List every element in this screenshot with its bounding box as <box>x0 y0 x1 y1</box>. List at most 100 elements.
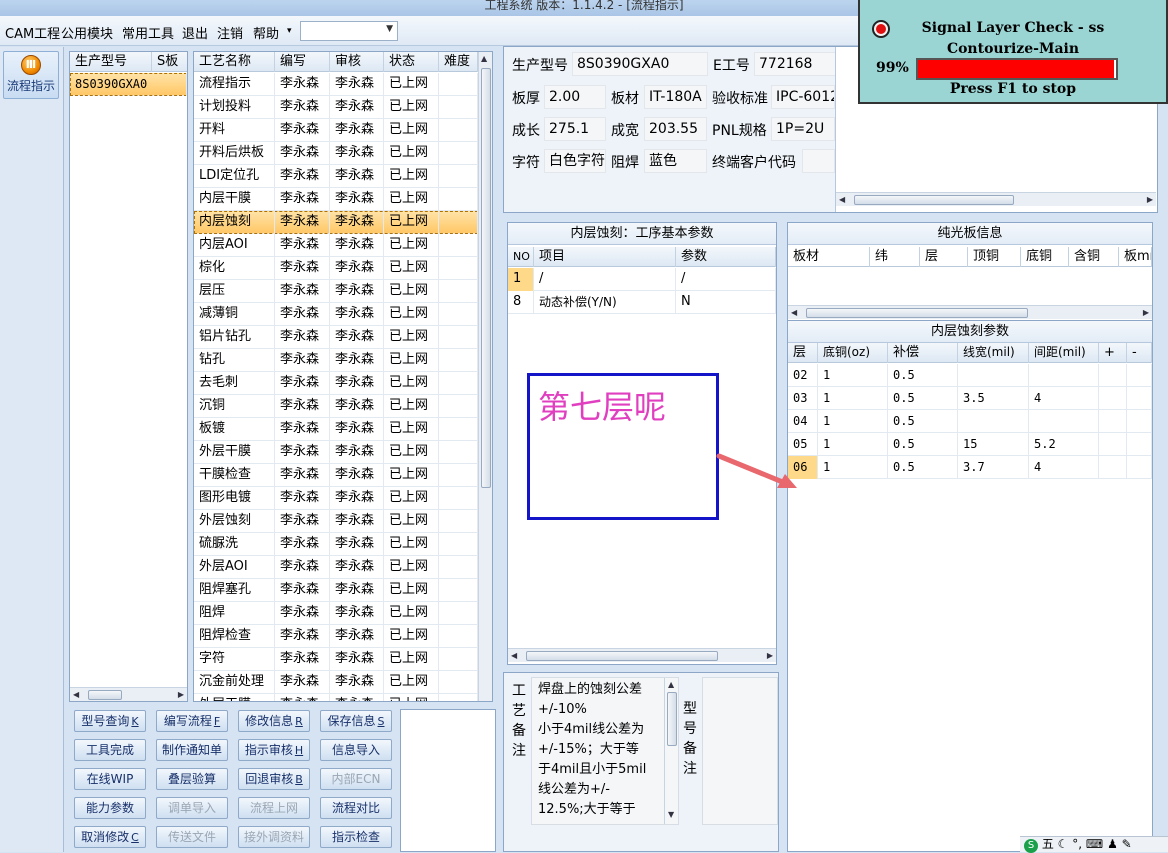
col-compensation[interactable]: 补偿 <box>888 343 958 363</box>
menu-help[interactable]: 帮助 <box>253 23 279 42</box>
moon-icon[interactable]: ☾ <box>1058 837 1069 851</box>
process-list-vscrollbar[interactable]: ▲ <box>478 52 492 701</box>
product-list-hscrollbar[interactable]: ◀ ▶ <box>70 687 187 701</box>
etch-row[interactable]: 04 1 0.5 <box>788 410 1152 433</box>
etch-row[interactable]: 05 1 0.5 15 5.2 <box>788 433 1152 456</box>
length-value[interactable]: 275.1 <box>544 117 606 141</box>
col-plus[interactable]: + <box>1099 343 1127 363</box>
process-row[interactable]: 干膜检查 李永森 李永森 已上网 <box>194 464 478 487</box>
col-base-copper[interactable]: 底铜(oz) <box>818 343 888 363</box>
col-minus[interactable]: - <box>1127 343 1152 363</box>
menu-tools[interactable]: 常用工具 <box>122 23 174 42</box>
menu-cam[interactable]: CAM工程 <box>5 23 60 42</box>
process-row[interactable]: 外层AOI 李永森 李永森 已上网 <box>194 556 478 579</box>
scroll-left-icon[interactable]: ◀ <box>73 690 79 699</box>
menu-common-module[interactable]: 公用模块 <box>61 23 113 42</box>
action-button[interactable]: 调单导入 <box>156 797 228 819</box>
col-board-mm[interactable]: 板mm <box>1119 247 1152 267</box>
char-value[interactable]: 白色字符 <box>544 149 606 173</box>
action-button[interactable]: 取消修改 C <box>74 826 146 848</box>
process-row[interactable]: 开料 李永森 李永森 已上网 <box>194 119 478 142</box>
action-button[interactable]: 回退审核 B <box>238 768 310 790</box>
remark-vscrollbar[interactable]: ▲ ▼ <box>664 678 678 824</box>
width-value[interactable]: 203.55 <box>644 117 707 141</box>
process-row[interactable]: 内层干膜 李永森 李永森 已上网 <box>194 188 478 211</box>
scroll-left-icon[interactable]: ◀ <box>839 195 845 204</box>
info-side-hscrollbar[interactable]: ◀ ▶ <box>836 192 1156 206</box>
col-product-no[interactable]: 生产型号 <box>70 52 152 72</box>
menu-exit[interactable]: 退出 <box>182 23 208 42</box>
process-row[interactable]: 去毛刺 李永森 李永森 已上网 <box>194 372 478 395</box>
param-row[interactable]: 8 动态补偿(Y/N) N <box>508 291 776 314</box>
process-row[interactable]: 计划投料 李永森 李永森 已上网 <box>194 96 478 119</box>
action-button[interactable]: 信息导入 <box>320 739 392 761</box>
scroll-right-icon[interactable]: ▶ <box>767 651 773 660</box>
process-row[interactable]: 流程指示 李永森 李永森 已上网 <box>194 73 478 96</box>
col-difficulty[interactable]: 难度 <box>439 52 478 72</box>
col-spacing[interactable]: 间距(mil) <box>1029 343 1099 363</box>
action-button[interactable]: 工具完成 <box>74 739 146 761</box>
action-button[interactable]: 内部ECN <box>320 768 392 790</box>
menu-help-arrow-icon[interactable]: ▾ <box>287 26 292 36</box>
action-button[interactable]: 能力参数 <box>74 797 146 819</box>
process-row[interactable]: 外层干膜李永森李永森已上网 <box>194 441 478 464</box>
menu-combo-box[interactable]: ▼ <box>300 21 398 41</box>
scroll-up-icon[interactable]: ▲ <box>668 680 674 689</box>
material-value[interactable]: IT-180A <box>644 85 707 109</box>
scroll-right-icon[interactable]: ▶ <box>1147 195 1153 204</box>
action-button[interactable]: 叠层验算 <box>156 768 228 790</box>
dot-icon[interactable]: °, <box>1072 837 1082 851</box>
standard-value[interactable]: IPC-6012 <box>771 85 835 109</box>
scroll-thumb[interactable] <box>854 195 1014 205</box>
col-etch-layer[interactable]: 层 <box>788 343 818 363</box>
process-row[interactable]: LDI定位孔 李永森 李永森 已上网 <box>194 165 478 188</box>
process-row[interactable]: 板镀 李永森 李永森 已上网 <box>194 418 478 441</box>
action-button[interactable]: 指示检查 <box>320 826 392 848</box>
basic-params-hscrollbar[interactable]: ◀ ▶ <box>508 648 776 662</box>
col-with-copper[interactable]: 含铜 <box>1069 247 1119 267</box>
action-button[interactable]: 修改信息 R <box>238 710 310 732</box>
process-row[interactable]: 阻焊 李永森 李永森 已上网 <box>194 602 478 625</box>
process-row[interactable]: 外层干膜李永森李永森已上网 <box>194 694 478 701</box>
process-row[interactable]: 铝片钻孔 李永森 李永森 已上网 <box>194 326 478 349</box>
scroll-thumb[interactable] <box>667 692 677 746</box>
action-button[interactable]: 制作通知单 <box>156 739 228 761</box>
scroll-left-icon[interactable]: ◀ <box>511 651 517 660</box>
process-row[interactable]: 阻焊塞孔 李永森 李永森 已上网 <box>194 579 478 602</box>
param-row[interactable]: 1 / / <box>508 268 776 291</box>
scroll-thumb[interactable] <box>806 308 1028 318</box>
etch-row[interactable]: 03 1 0.5 3.5 4 <box>788 387 1152 410</box>
action-button[interactable]: 传送文件 <box>156 826 228 848</box>
scroll-up-icon[interactable]: ▲ <box>481 54 487 63</box>
person-icon[interactable]: ♟ <box>1107 837 1118 851</box>
col-line-width[interactable]: 线宽(mil) <box>958 343 1029 363</box>
ime-mode[interactable]: 五 <box>1042 837 1054 851</box>
action-button[interactable]: 编写流程 F <box>156 710 228 732</box>
process-row[interactable]: 沉金前处理 李永森 李永森 已上网 <box>194 671 478 694</box>
col-weft[interactable]: 纬 <box>870 247 920 267</box>
process-row[interactable]: 开料后烘板 李永森 李永森 已上网 <box>194 142 478 165</box>
menu-logout[interactable]: 注销 <box>217 23 243 42</box>
col-top-copper[interactable]: 顶铜 <box>968 247 1021 267</box>
process-row[interactable]: 外层蚀刻 李永森 李永森 已上网 <box>194 510 478 533</box>
action-button[interactable]: 保存信息 S <box>320 710 392 732</box>
process-row[interactable]: 沉铜 李永森 李永森 已上网 <box>194 395 478 418</box>
process-row[interactable]: 内层蚀刻 李永森 李永森 已上网 <box>194 211 478 234</box>
col-s-board[interactable]: S板 <box>152 52 187 72</box>
e-no-value[interactable]: 772168 <box>754 52 842 76</box>
flow-instruction-button[interactable]: Ⅲ 流程指示 <box>3 51 59 99</box>
process-row[interactable]: 内层AOI 李永森 李永森 已上网 <box>194 234 478 257</box>
thickness-value[interactable]: 2.00 <box>544 85 606 109</box>
action-button[interactable]: 在线WIP <box>74 768 146 790</box>
model-remark-text[interactable] <box>702 677 778 825</box>
process-remark-text[interactable]: 焊盘上的蚀刻公差 +/-10% 小于4mil线公差为 +/-15%；大于等 于4mil且… <box>531 677 679 825</box>
ime-logo-icon[interactable]: S <box>1024 839 1038 853</box>
action-button[interactable]: 流程对比 <box>320 797 392 819</box>
col-status[interactable]: 状态 <box>384 52 439 72</box>
col-process-name[interactable]: 工艺名称 <box>194 52 275 72</box>
laminate-hscrollbar[interactable]: ◀ ▶ <box>788 305 1152 319</box>
product-row[interactable]: 8S0390GXA0 <box>70 73 187 96</box>
etch-row[interactable]: 02 1 0.5 <box>788 364 1152 387</box>
process-row[interactable]: 棕化 李永森 李永森 已上网 <box>194 257 478 280</box>
col-no[interactable]: NO <box>508 247 534 267</box>
